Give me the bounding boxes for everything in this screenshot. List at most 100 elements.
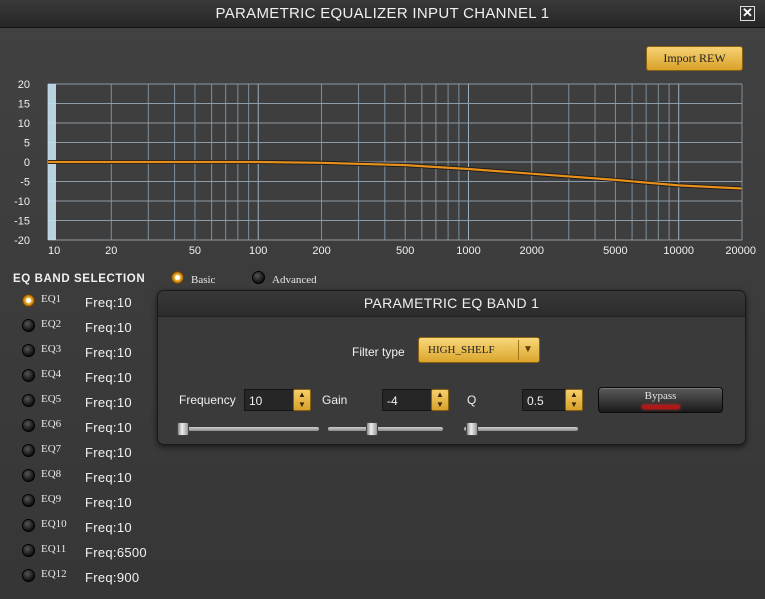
eq-band-row[interactable]: EQ1 Freq:10 — [20, 292, 155, 312]
basic-mode-radio[interactable] — [171, 271, 184, 284]
y-tick-label: 5 — [24, 138, 30, 150]
eq-band-radio[interactable] — [22, 419, 35, 432]
slider-thumb[interactable] — [177, 422, 189, 436]
x-tick-label: 50 — [189, 245, 201, 257]
gain-input[interactable]: -4 — [382, 389, 432, 411]
q-spin-arrows[interactable]: ▲ ▼ — [565, 389, 583, 411]
slider-track — [328, 427, 443, 431]
eq-band-freq: Freq:10 — [85, 295, 132, 310]
q-spinbox[interactable]: 0.5 ▲ ▼ — [522, 389, 584, 411]
y-tick-label: -10 — [14, 196, 30, 208]
advanced-mode-radio[interactable] — [252, 271, 265, 284]
eq-band-name: EQ2 — [41, 318, 62, 330]
eq-band-name: EQ9 — [41, 493, 62, 505]
eq-band-name: EQ11 — [41, 543, 67, 555]
filter-type-label: Filter type — [352, 345, 405, 359]
eq-band-row[interactable]: EQ9 Freq:10 — [20, 492, 155, 512]
spin-down-icon[interactable]: ▼ — [294, 400, 310, 410]
close-button[interactable]: ✕ — [740, 6, 755, 21]
eq-band-name: EQ10 — [41, 518, 67, 530]
filter-type-value: HIGH_SHELF — [428, 344, 495, 356]
eq-band-name: EQ7 — [41, 443, 62, 455]
frequency-spinbox[interactable]: 10 ▲ ▼ — [244, 389, 312, 411]
q-label: Q — [467, 393, 477, 407]
eq-band-radio[interactable] — [22, 519, 35, 532]
eq-band-row[interactable]: EQ3 Freq:10 — [20, 342, 155, 362]
eq-band-radio[interactable] — [22, 469, 35, 482]
filter-type-dropdown[interactable]: HIGH_SHELF ▼ — [418, 337, 540, 363]
q-slider[interactable] — [464, 422, 578, 436]
eq-band-row[interactable]: EQ5 Freq:10 — [20, 392, 155, 412]
eq-band-name: EQ8 — [41, 468, 62, 480]
spin-down-icon[interactable]: ▼ — [566, 400, 582, 410]
eq-band-name: EQ12 — [41, 568, 67, 580]
eq-band-panel-header: PARAMETRIC EQ BAND 1 — [158, 291, 745, 317]
advanced-mode-label: Advanced — [272, 274, 317, 286]
eq-band-radio[interactable] — [22, 569, 35, 582]
y-tick-label: 15 — [18, 99, 30, 111]
frequency-input[interactable]: 10 — [244, 389, 294, 411]
import-rew-button[interactable]: Import REW — [646, 46, 743, 71]
y-tick-label: 0 — [24, 157, 30, 169]
eq-band-row[interactable]: EQ7 Freq:10 — [20, 442, 155, 462]
spin-down-icon[interactable]: ▼ — [432, 400, 448, 410]
frequency-slider[interactable] — [177, 422, 319, 436]
y-tick-label: -20 — [14, 235, 30, 247]
slider-track — [177, 427, 319, 431]
x-tick-label: 20 — [105, 245, 117, 257]
eq-band-name: EQ3 — [41, 343, 62, 355]
eq-band-radio[interactable] — [22, 494, 35, 507]
chevron-down-icon[interactable]: ▼ — [518, 340, 537, 360]
bypass-led-indicator — [642, 405, 680, 409]
q-input[interactable]: 0.5 — [522, 389, 566, 411]
eq-band-radio[interactable] — [22, 369, 35, 382]
gain-spinbox[interactable]: -4 ▲ ▼ — [382, 389, 450, 411]
spin-up-icon[interactable]: ▲ — [432, 390, 448, 400]
eq-band-freq: Freq:10 — [85, 395, 132, 410]
spin-up-icon[interactable]: ▲ — [566, 390, 582, 400]
eq-band-name: EQ6 — [41, 418, 62, 430]
eq-band-freq: Freq:10 — [85, 345, 132, 360]
x-tick-label: 1000 — [456, 245, 480, 257]
y-tick-label: 10 — [18, 118, 30, 130]
eq-band-radio[interactable] — [22, 294, 35, 307]
eq-band-name: EQ4 — [41, 368, 62, 380]
eq-band-row[interactable]: EQ6 Freq:10 — [20, 417, 155, 437]
eq-band-row[interactable]: EQ12 Freq:900 — [20, 567, 155, 587]
eq-band-panel: PARAMETRIC EQ BAND 1 Filter type HIGH_SH… — [157, 290, 746, 445]
main-area: Import REW 20 15 10 5 0 -5 -10 -15 -20 10 20 50 100 2… — [0, 28, 765, 599]
eq-band-row[interactable]: EQ4 Freq:10 — [20, 367, 155, 387]
eq-band-freq: Freq:10 — [85, 520, 132, 535]
frequency-spin-arrows[interactable]: ▲ ▼ — [293, 389, 311, 411]
eq-band-freq: Freq:10 — [85, 470, 132, 485]
gain-spin-arrows[interactable]: ▲ ▼ — [431, 389, 449, 411]
gain-slider[interactable] — [328, 422, 443, 436]
eq-band-row[interactable]: EQ11 Freq:6500 — [20, 542, 155, 562]
eq-band-radio[interactable] — [22, 319, 35, 332]
y-tick-label: 20 — [18, 79, 30, 91]
x-tick-label: 2000 — [520, 245, 544, 257]
eq-band-freq: Freq:900 — [85, 570, 140, 585]
spin-up-icon[interactable]: ▲ — [294, 390, 310, 400]
slider-thumb[interactable] — [366, 422, 378, 436]
frequency-label: Frequency — [179, 393, 236, 407]
slider-thumb[interactable] — [466, 422, 478, 436]
x-tick-label: 200 — [312, 245, 330, 257]
eq-band-radio[interactable] — [22, 344, 35, 357]
bypass-button[interactable]: Bypass — [598, 387, 723, 413]
basic-mode-label: Basic — [191, 274, 216, 286]
x-tick-label: 10000 — [663, 245, 694, 257]
eq-band-radio[interactable] — [22, 444, 35, 457]
y-tick-label: -5 — [20, 177, 30, 189]
eq-band-name: EQ1 — [41, 293, 62, 305]
eq-band-row[interactable]: EQ10 Freq:10 — [20, 517, 155, 537]
eq-band-radio[interactable] — [22, 544, 35, 557]
eq-band-row[interactable]: EQ8 Freq:10 — [20, 467, 155, 487]
x-tick-label: 100 — [249, 245, 267, 257]
x-tick-label: 500 — [396, 245, 414, 257]
eq-band-radio[interactable] — [22, 394, 35, 407]
eq-band-freq: Freq:10 — [85, 445, 132, 460]
eq-band-freq: Freq:10 — [85, 495, 132, 510]
eq-band-selection-title: EQ BAND SELECTION — [13, 273, 146, 285]
eq-band-row[interactable]: EQ2 Freq:10 — [20, 317, 155, 337]
